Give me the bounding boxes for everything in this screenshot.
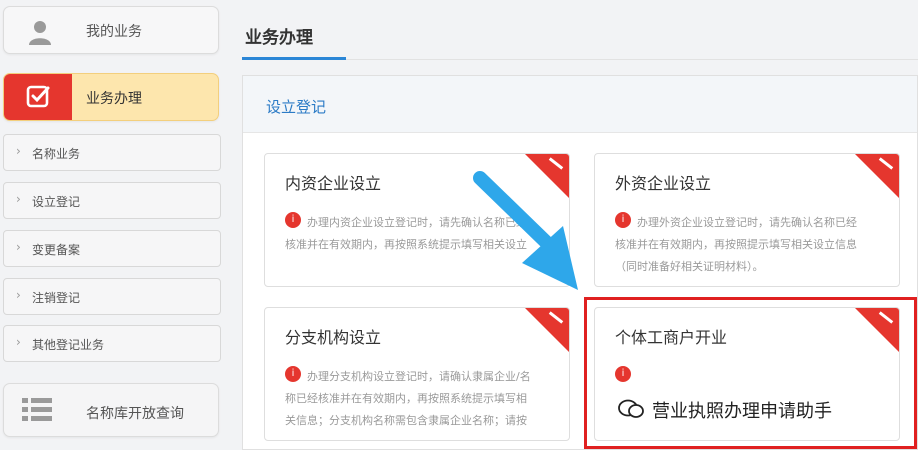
card-title: 外资企业设立 <box>615 174 712 193</box>
card-title: 分支机构设立 <box>285 328 382 347</box>
watermark-text: 营业执照办理申请助手 <box>652 401 832 422</box>
sidebar-business-handling-label: 业务办理 <box>86 91 142 107</box>
sidebar-item-label: 名称业务 <box>32 147 81 161</box>
sidebar-name-query-label: 名称库开放查询 <box>86 406 184 422</box>
corner-ribbon <box>525 154 569 198</box>
page-title: 业务办理 <box>245 28 313 48</box>
panel-header: 设立登记 <box>243 76 917 133</box>
sidebar-name-query[interactable]: 名称库开放查询 <box>3 383 219 437</box>
section-title: 设立登记 <box>266 98 327 116</box>
user-avatar-icon <box>29 21 51 45</box>
card-description: 办理外资企业设立登记时，请先确认名称已经核准并在有效期内，再按照提示填写相关设立… <box>615 216 857 273</box>
sidebar-item-establishment[interactable]: › 设立登记 <box>3 182 221 219</box>
list-icon <box>22 398 52 421</box>
sidebar-item-label: 设立登记 <box>32 195 81 209</box>
sidebar-item-label: 注销登记 <box>32 291 81 305</box>
sidebar-business-handling[interactable]: 业务办理 <box>3 73 219 121</box>
sidebar-my-business[interactable]: 我的业务 <box>3 6 219 54</box>
corner-ribbon <box>855 154 899 198</box>
chevron-right-icon: › <box>16 288 21 302</box>
checkbox-icon <box>26 85 50 108</box>
card-description: 办理内资企业设立登记时，请先确认名称已经核准并在有效期内，再按照系统提示填写相关… <box>285 216 527 251</box>
sidebar-item-label: 变更备案 <box>32 243 81 257</box>
sidebar-item-other-registration[interactable]: › 其他登记业务 <box>3 325 221 362</box>
active-badge <box>4 74 72 120</box>
card-description: 办理分支机构设立登记时，请确认隶属企业/名称已经核准并在有效期内，再按照系统提示… <box>285 370 531 427</box>
watermark: 营业执照办理申请助手 <box>618 397 832 423</box>
sidebar-my-business-label: 我的业务 <box>86 24 142 40</box>
chevron-right-icon: › <box>16 335 21 349</box>
corner-ribbon <box>525 308 569 352</box>
sidebar-item-cancellation[interactable]: › 注销登记 <box>3 278 221 315</box>
sidebar-item-name-business[interactable]: › 名称业务 <box>3 134 221 171</box>
wechat-icon <box>618 399 644 418</box>
card-title: 内资企业设立 <box>285 174 382 193</box>
card-foreign-enterprise[interactable]: 外资企业设立 i 办理外资企业设立登记时，请先确认名称已经核准并在有效期内，再按… <box>594 153 900 287</box>
sidebar-item-change-filing[interactable]: › 变更备案 <box>3 230 221 267</box>
sidebar-item-label: 其他登记业务 <box>32 338 105 352</box>
highlight-box <box>584 297 917 449</box>
chevron-right-icon: › <box>16 192 21 206</box>
chevron-right-icon: › <box>16 240 21 254</box>
card-branch-office[interactable]: 分支机构设立 i 办理分支机构设立登记时，请确认隶属企业/名称已经核准并在有效期… <box>264 307 570 441</box>
chevron-right-icon: › <box>16 144 21 158</box>
title-underline <box>242 57 346 60</box>
card-domestic-enterprise[interactable]: 内资企业设立 i 办理内资企业设立登记时，请先确认名称已经核准并在有效期内，再按… <box>264 153 570 287</box>
